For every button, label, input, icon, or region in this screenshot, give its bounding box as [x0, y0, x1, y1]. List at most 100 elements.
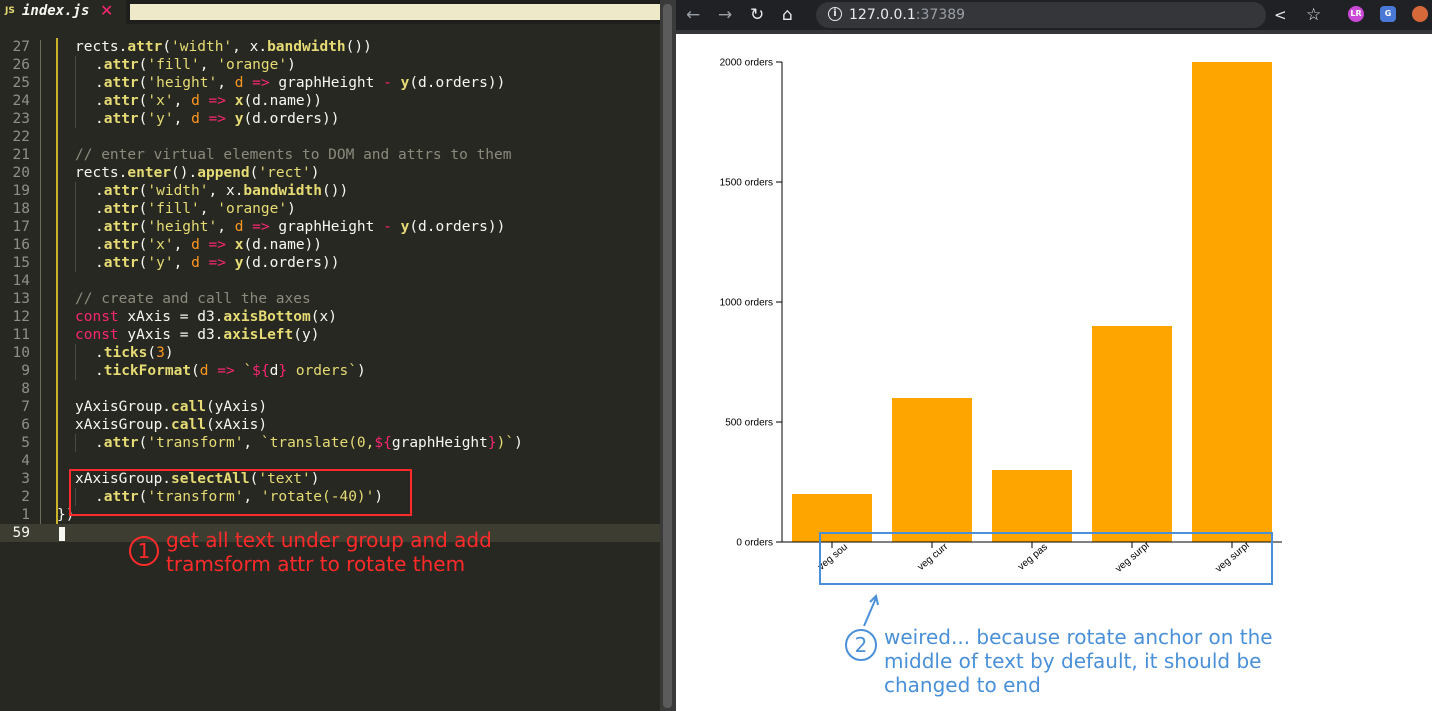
back-icon[interactable]: ←: [686, 3, 700, 27]
editor-scrollbar[interactable]: [660, 0, 676, 711]
code-line[interactable]: 11 const yAxis = d3.axisLeft(y): [0, 326, 660, 344]
line-number: 5: [21, 435, 30, 451]
scrollbar-thumb[interactable]: [663, 4, 672, 708]
code-line[interactable]: 27 rects.attr('width', x.bandwidth()): [0, 38, 660, 56]
indent-guide: [56, 38, 58, 56]
code-line[interactable]: 9 .tickFormat(d => `${d} orders`): [0, 362, 660, 380]
code-token: 'height': [147, 219, 218, 235]
bar: [1192, 62, 1272, 542]
code-line[interactable]: 8: [0, 380, 660, 398]
code-token: call: [171, 417, 206, 433]
code-line[interactable]: 19 .attr('width', x.bandwidth()): [0, 182, 660, 200]
code-line[interactable]: 5 .attr('transform', `translate(0,${graph…: [0, 434, 660, 452]
code-line[interactable]: 22: [0, 128, 660, 146]
code-line[interactable]: 13 // create and call the axes: [0, 290, 660, 308]
star-icon[interactable]: ☆: [1306, 3, 1321, 27]
code-line[interactable]: 4: [0, 452, 660, 470]
code-line[interactable]: 16 .attr('x', d => x(d.name)): [0, 236, 660, 254]
indent-guide: [56, 272, 58, 290]
code-editor[interactable]: JS index.js ✕ 27 rects.attr('width', x.ba…: [0, 0, 660, 711]
code-token: graphHeight: [278, 219, 384, 235]
code-line[interactable]: 24 .attr('x', d => x(d.name)): [0, 92, 660, 110]
indent-guide: [75, 92, 76, 110]
code-line[interactable]: 21 // enter virtual elements to DOM and a…: [0, 146, 660, 164]
tab-index-js[interactable]: JS index.js ✕: [0, 0, 126, 24]
code-line[interactable]: 12 const xAxis = d3.axisBottom(x): [0, 308, 660, 326]
code-line[interactable]: 15 .attr('y', d => y(d.orders)): [0, 254, 660, 272]
code-token: d: [191, 93, 200, 109]
share-icon[interactable]: <: [1274, 3, 1287, 27]
line-number: 24: [12, 93, 30, 109]
indent-guide: [56, 218, 58, 236]
code-line[interactable]: 26 .attr('fill', 'orange'): [0, 56, 660, 74]
indent-guide: [56, 362, 58, 380]
home-icon[interactable]: ⌂: [782, 3, 793, 27]
close-icon[interactable]: ✕: [100, 1, 113, 20]
extension-icon-translate[interactable]: G: [1380, 6, 1396, 22]
code-text: .attr('y', d => y(d.orders)): [95, 254, 339, 272]
code-token: (xAxis): [205, 417, 268, 433]
code-text: const yAxis = d3.axisLeft(y): [75, 326, 319, 344]
code-line[interactable]: 7 yAxisGroup.call(yAxis): [0, 398, 660, 416]
code-token: ,: [173, 111, 192, 127]
code-token: =>: [199, 237, 235, 253]
code-token: =>: [243, 219, 279, 235]
address-bar[interactable]: i 127.0.0.1:37389: [816, 2, 1266, 28]
y-tick-label: 2000 orders: [720, 58, 773, 69]
indent-guide: [56, 308, 58, 326]
code-token: const: [75, 309, 119, 325]
code-token: ,: [199, 201, 218, 217]
line-number: 17: [12, 219, 30, 235]
extension-icon-lr[interactable]: LR: [1348, 6, 1364, 22]
code-token: ticks: [103, 345, 148, 361]
indent-guide: [56, 488, 58, 506]
code-line[interactable]: 10 .ticks(3): [0, 344, 660, 362]
code-token: attr: [103, 237, 139, 253]
indent-guide: [56, 110, 58, 128]
code-token: 'fill': [147, 57, 200, 73]
url-text[interactable]: 127.0.0.1:37389: [849, 7, 965, 23]
code-line[interactable]: 6 xAxisGroup.call(xAxis): [0, 416, 660, 434]
js-file-icon: JS: [5, 6, 15, 16]
code-token: yAxis = d3.: [118, 327, 224, 343]
forward-icon[interactable]: →: [718, 3, 732, 27]
code-token: attr: [127, 39, 163, 55]
code-text: .attr('height', d => graphHeight - y(d.o…: [95, 218, 505, 236]
code-token: 'width': [147, 183, 209, 199]
code-token: ()): [345, 39, 372, 55]
code-line[interactable]: 18 .attr('fill', 'orange'): [0, 200, 660, 218]
browser-toolbar: ← → ↻ ⌂ i 127.0.0.1:37389 < ☆ LR G: [676, 0, 1432, 30]
code-line[interactable]: 25 .attr('height', d => graphHeight - y(d…: [0, 74, 660, 92]
code-text: .attr('fill', 'orange'): [95, 200, 296, 218]
indent-guide: [75, 236, 76, 254]
code-token: ,: [173, 237, 192, 253]
reload-icon[interactable]: ↻: [750, 3, 764, 27]
line-number: 16: [12, 237, 30, 253]
code-token: }: [487, 435, 497, 451]
info-icon[interactable]: i: [828, 7, 842, 21]
code-token: append: [197, 165, 250, 181]
extension-icon-cookie[interactable]: [1412, 6, 1428, 22]
code-token: axisLeft: [223, 327, 294, 343]
code-token: const: [75, 327, 119, 343]
indent-guide: [56, 164, 58, 182]
code-line[interactable]: 23 .attr('y', d => y(d.orders)): [0, 110, 660, 128]
line-number: 4: [21, 453, 30, 469]
code-token: `: [243, 363, 253, 379]
code-token: attr: [103, 57, 139, 73]
annotation-number-2: 2: [845, 629, 877, 661]
line-number: 21: [12, 147, 30, 163]
browser-window: ← → ↻ ⌂ i 127.0.0.1:37389 < ☆ LR G 0 ord…: [676, 0, 1432, 711]
line-number: 18: [12, 201, 30, 217]
code-token: (: [162, 39, 172, 55]
code-token: attr: [103, 201, 139, 217]
code-line[interactable]: 14: [0, 272, 660, 290]
code-line[interactable]: 20 rects.enter().append('rect'): [0, 164, 660, 182]
annotation-text-1: get all text under group and add tramsfo…: [166, 528, 492, 576]
indent-guide: [56, 200, 58, 218]
code-text: .tickFormat(d => `${d} orders`): [95, 362, 366, 380]
code-line[interactable]: 17 .attr('height', d => graphHeight - y(d…: [0, 218, 660, 236]
code-token: // create and call the axes: [75, 291, 311, 307]
line-number: 20: [12, 165, 30, 181]
